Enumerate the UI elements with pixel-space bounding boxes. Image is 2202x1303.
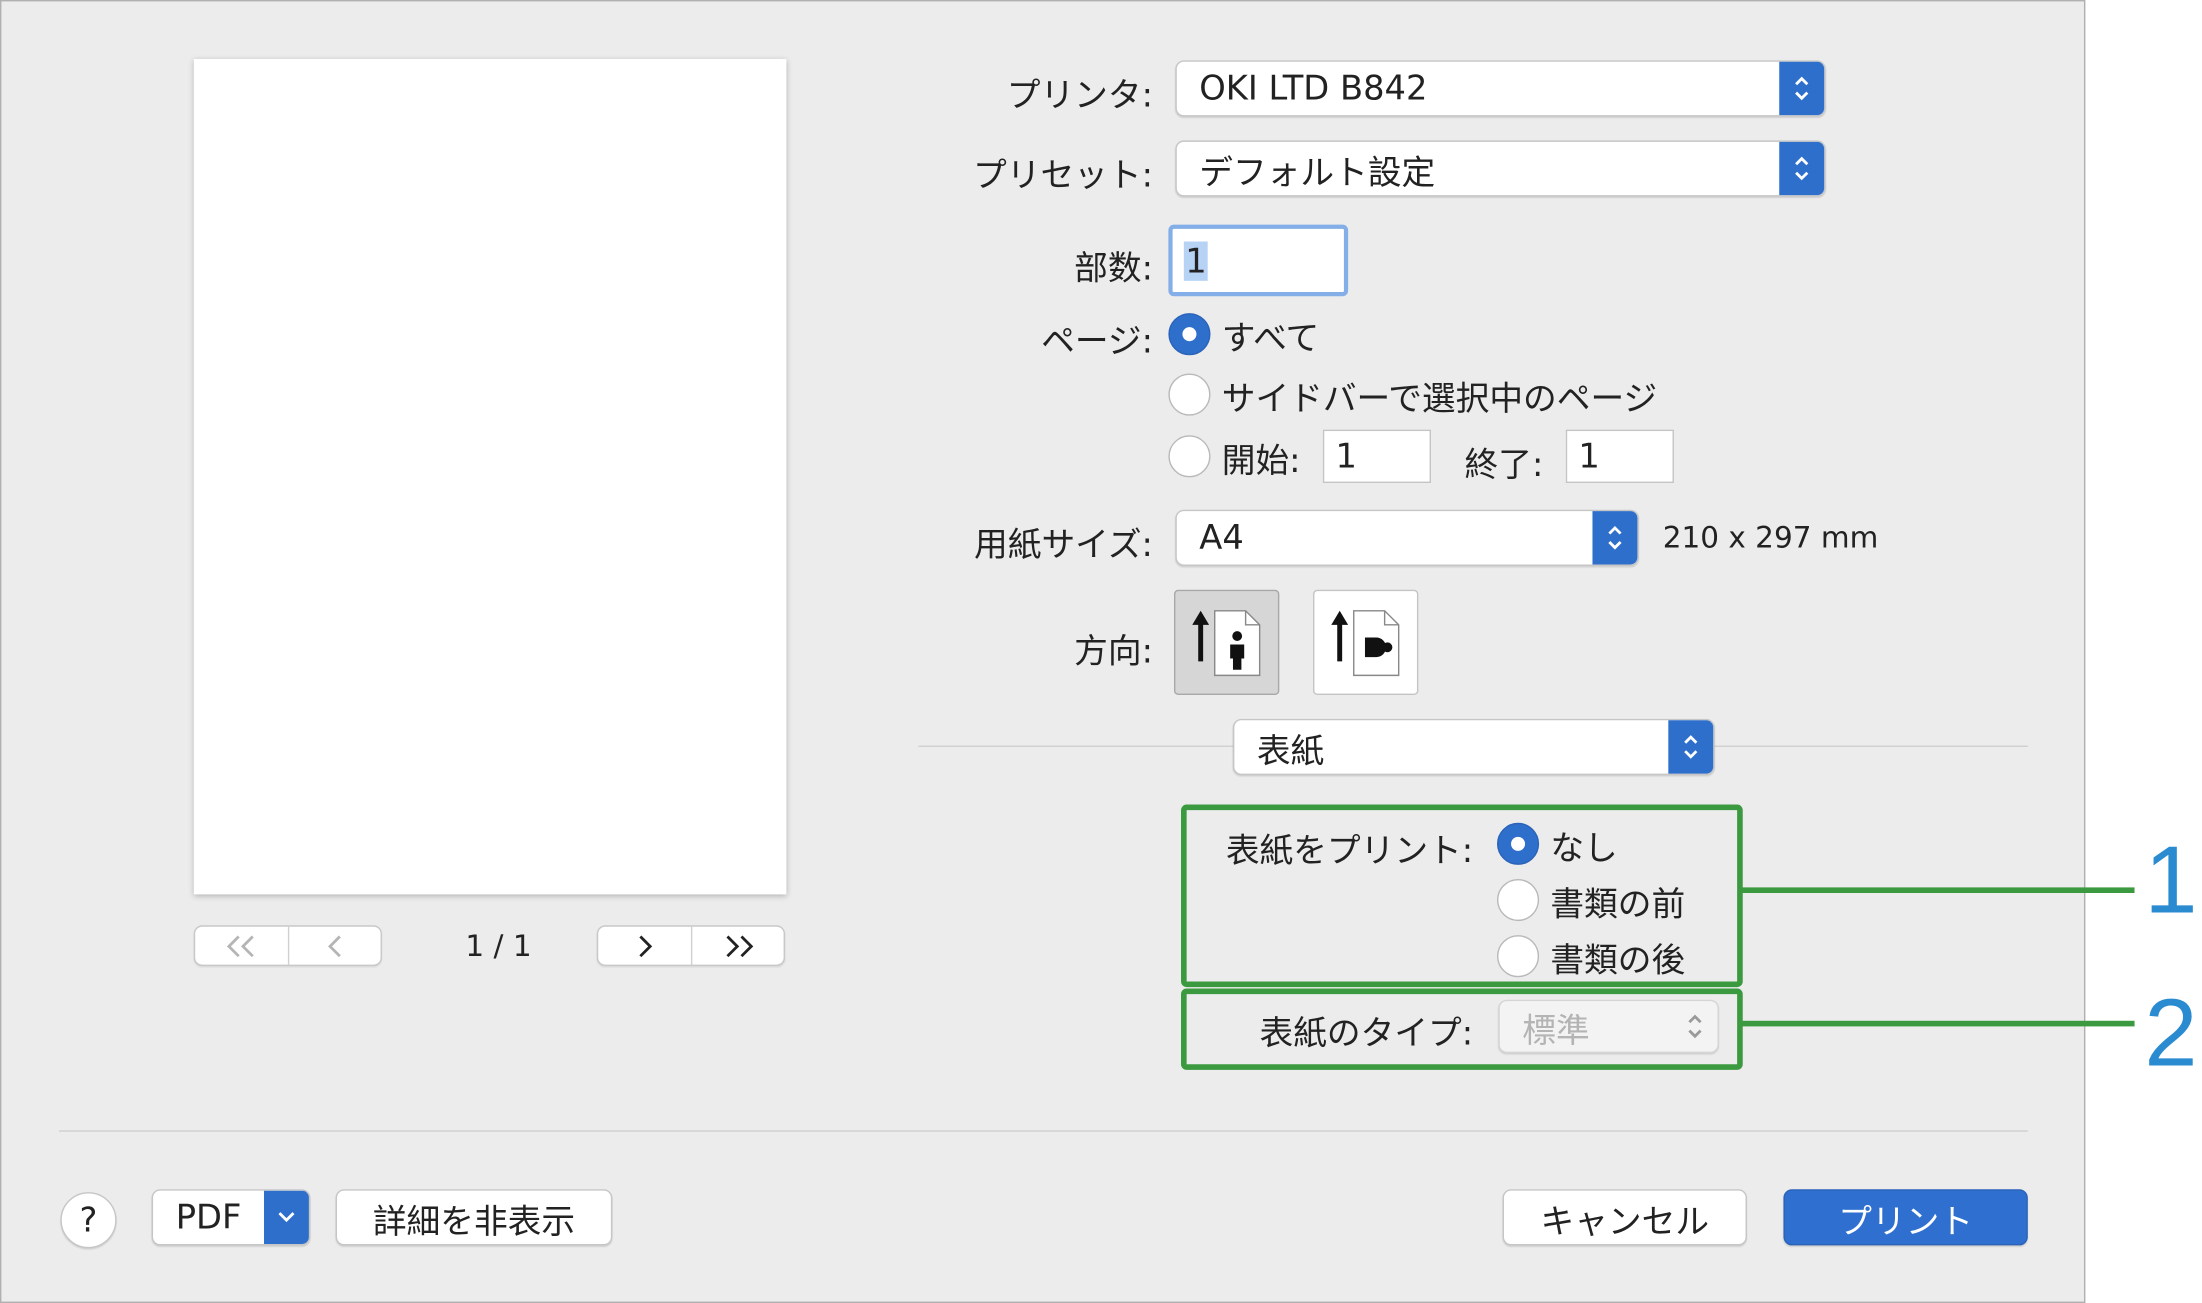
cover-none-label: なし xyxy=(1550,827,1618,868)
pages-label: ページ: xyxy=(1041,321,1153,361)
cover-before-option[interactable]: 書類の前 xyxy=(1496,875,1686,926)
preset-label: プリセット: xyxy=(973,155,1153,196)
portrait-orientation-icon xyxy=(1192,610,1261,677)
help-button[interactable]: ? xyxy=(60,1192,117,1249)
cover-after-option[interactable]: 書類の後 xyxy=(1496,931,1686,982)
copies-label: 部数: xyxy=(1074,248,1153,288)
radio-unselected[interactable] xyxy=(1496,935,1540,978)
print-dialog: 1 / 1 プリンタ: OKI LTD B842 プリセット: デフォルト設定 xyxy=(0,0,2086,1303)
pdf-label: PDF xyxy=(175,1197,242,1238)
page-counter: 1 / 1 xyxy=(465,929,532,964)
last-page-button[interactable] xyxy=(690,926,784,965)
paper-dimensions: 210 x 297 mm xyxy=(1662,520,1879,555)
cover-type-popup[interactable]: 標準 xyxy=(1498,999,1719,1054)
updown-chevron-icon xyxy=(1673,1000,1718,1053)
copies-field[interactable]: 1 xyxy=(1168,224,1349,297)
callout-line-1 xyxy=(1741,887,2135,894)
chevron-down-icon xyxy=(264,1190,309,1245)
chevron-left-icon xyxy=(327,934,341,957)
callout-number-2: 2 xyxy=(2144,980,2198,1087)
portrait-button[interactable] xyxy=(1173,589,1280,696)
print-preview-page xyxy=(193,58,787,895)
printer-popup[interactable]: OKI LTD B842 xyxy=(1175,60,1826,117)
pages-range-option[interactable]: 開始: xyxy=(1168,431,1301,482)
range-from-value: 1 xyxy=(1335,436,1357,476)
updown-chevron-icon xyxy=(1592,511,1638,565)
updown-chevron-icon xyxy=(1668,720,1714,774)
double-chevron-left-icon xyxy=(226,934,254,957)
copies-value: 1 xyxy=(1183,240,1209,281)
pages-all-label: すべて xyxy=(1221,318,1320,358)
cover-after-label: 書類の後 xyxy=(1550,940,1686,980)
previous-page-button[interactable] xyxy=(287,926,381,965)
radio-selected[interactable] xyxy=(1496,822,1540,865)
pages-all-option[interactable]: すべて xyxy=(1168,309,1319,360)
landscape-orientation-icon xyxy=(1331,610,1400,677)
cover-print-label: 表紙をプリント: xyxy=(1225,831,1474,871)
preview-nav-forward-group xyxy=(596,925,786,967)
pages-sidebar-option[interactable]: サイドバーで選択中のページ xyxy=(1168,369,1657,420)
preview-nav-back-group xyxy=(193,925,382,967)
range-to-field[interactable]: 1 xyxy=(1565,429,1674,484)
landscape-button[interactable] xyxy=(1313,589,1419,696)
section-popup[interactable]: 表紙 xyxy=(1232,718,1715,776)
cover-before-label: 書類の前 xyxy=(1550,883,1686,924)
cover-type-label: 表紙のタイプ: xyxy=(1259,1013,1474,1054)
updown-chevron-icon xyxy=(1779,141,1825,196)
orientation-label: 方向: xyxy=(1074,631,1153,672)
cancel-button[interactable]: キャンセル xyxy=(1502,1189,1747,1246)
chevron-right-icon xyxy=(639,934,653,957)
callout-line-2 xyxy=(1741,1020,2135,1027)
range-to-label: 終了: xyxy=(1464,445,1544,485)
printer-label: プリンタ: xyxy=(1006,75,1153,116)
first-page-button[interactable] xyxy=(195,927,288,965)
paper-size-popup[interactable]: A4 xyxy=(1175,509,1639,566)
next-page-button[interactable] xyxy=(598,927,691,965)
radio-unselected[interactable] xyxy=(1168,373,1211,416)
bottom-divider xyxy=(58,1130,2028,1132)
pdf-menu-button[interactable]: PDF xyxy=(151,1189,311,1246)
pages-sidebar-label: サイドバーで選択中のページ xyxy=(1221,378,1658,418)
range-to-value: 1 xyxy=(1578,436,1600,476)
radio-selected[interactable] xyxy=(1168,313,1211,356)
cover-none-option[interactable]: なし xyxy=(1496,819,1618,870)
cover-type-value: 標準 xyxy=(1522,1010,1590,1050)
radio-unselected[interactable] xyxy=(1496,878,1540,922)
preset-value: デフォルト設定 xyxy=(1199,152,1436,192)
range-from-label: 開始: xyxy=(1221,440,1301,480)
double-chevron-right-icon xyxy=(725,934,753,957)
updown-chevron-icon xyxy=(1779,61,1825,116)
section-popup-value: 表紙 xyxy=(1256,730,1325,771)
hide-details-button[interactable]: 詳細を非表示 xyxy=(335,1189,613,1246)
printer-value: OKI LTD B842 xyxy=(1199,68,1428,109)
callout-number-1: 1 xyxy=(2144,827,2198,934)
preset-popup[interactable]: デフォルト設定 xyxy=(1175,140,1826,197)
paper-size-label: 用紙サイズ: xyxy=(974,525,1153,565)
radio-unselected[interactable] xyxy=(1168,435,1211,478)
print-button[interactable]: プリント xyxy=(1783,1189,2028,1246)
paper-size-value: A4 xyxy=(1199,518,1244,558)
